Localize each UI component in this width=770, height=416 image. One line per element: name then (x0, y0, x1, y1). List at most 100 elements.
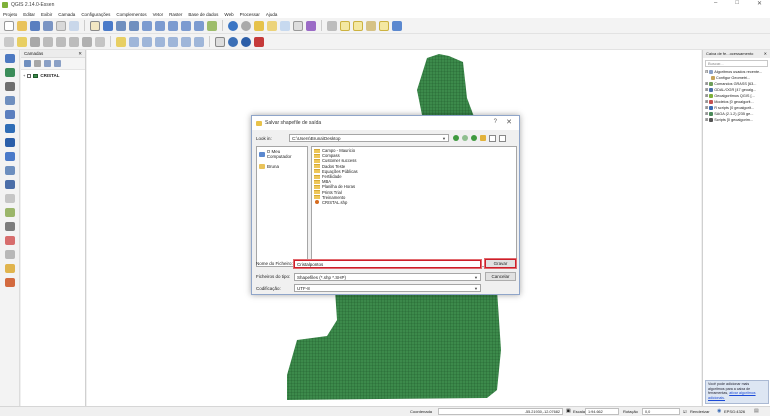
label-change-icon[interactable] (181, 36, 191, 47)
toolbox-close-icon[interactable]: ✕ (764, 51, 767, 57)
zoom-last-icon[interactable] (181, 20, 191, 31)
toggle-editing-pencil-icon[interactable] (17, 36, 27, 47)
menu-processar[interactable]: Processar (240, 12, 260, 17)
select-features-icon[interactable] (254, 20, 264, 31)
menu-vetor[interactable]: Vetor (153, 12, 164, 17)
add-mssql-icon[interactable] (4, 110, 15, 119)
select-by-expression-icon[interactable] (267, 20, 277, 31)
open-project-icon[interactable] (17, 20, 27, 31)
toolbox-search-input[interactable]: Buscar... (705, 60, 768, 67)
add-postgis-icon[interactable] (4, 82, 15, 91)
zoom-selection-icon[interactable] (155, 20, 165, 31)
new-project-icon[interactable] (4, 20, 14, 31)
layer-item[interactable]: + CRISTAL (21, 70, 85, 81)
add-raster-icon[interactable] (4, 68, 15, 77)
map-tips-icon[interactable] (340, 20, 350, 31)
refresh-icon[interactable] (207, 20, 217, 31)
cancel-button[interactable]: Cancelar (485, 272, 516, 281)
expand-all-icon[interactable] (54, 60, 61, 67)
python-icon[interactable] (228, 36, 238, 47)
label-tool-icon[interactable] (116, 36, 126, 47)
save-button[interactable]: Gravar (484, 258, 517, 269)
add-oracle-icon[interactable] (4, 124, 15, 133)
detail-view-icon[interactable] (499, 134, 506, 142)
menu-ajuda[interactable]: Ajuda (266, 12, 278, 17)
save-as-icon[interactable] (43, 20, 53, 31)
action-gear-icon[interactable] (241, 20, 251, 31)
menu-base-de-dados[interactable]: Base de dados (188, 12, 218, 17)
minimize-button[interactable]: – (714, 0, 717, 7)
render-checkbox[interactable]: ☑ (683, 409, 687, 414)
georeferencer-icon[interactable] (4, 264, 15, 273)
coordinate-field[interactable]: -55.21930,-12.07682 (438, 408, 563, 415)
maximize-button[interactable]: □ (735, 0, 739, 7)
filetype-select[interactable]: Shapefiles (*.shp *.SHP) ▼ (294, 272, 481, 281)
print-composer-icon[interactable] (56, 20, 66, 31)
attribute-table-icon[interactable] (293, 20, 303, 31)
composer-manager-icon[interactable] (69, 20, 79, 31)
show-bookmarks-icon[interactable] (366, 20, 376, 31)
zoom-out-icon[interactable] (129, 20, 139, 31)
menu-exibir[interactable]: Exibir (41, 12, 52, 17)
dialog-close-icon[interactable]: ✕ (506, 118, 512, 126)
zoom-full-icon[interactable] (142, 20, 152, 31)
menu-camada[interactable]: Camada (58, 12, 75, 17)
menu-raster[interactable]: Raster (169, 12, 182, 17)
label-show-icon[interactable] (142, 36, 152, 47)
label-pin-icon[interactable] (129, 36, 139, 47)
deselect-icon[interactable] (280, 20, 290, 31)
sidebar-item-user[interactable]: Bruna (259, 164, 305, 169)
filename-input[interactable]: Cristalpontos (293, 258, 482, 269)
add-spatialite-icon[interactable] (4, 96, 15, 105)
field-calculator-icon[interactable] (306, 20, 316, 31)
add-feature-icon[interactable] (43, 36, 53, 47)
label-rotate-icon[interactable] (168, 36, 178, 47)
zoom-in-icon[interactable] (116, 20, 126, 31)
messages-icon[interactable]: ▤ (754, 408, 759, 414)
scale-lock-icon[interactable]: ▣ (566, 408, 571, 414)
menu-complementos[interactable]: Complementos (116, 12, 146, 17)
expand-icon[interactable]: + (23, 73, 25, 78)
menu-configuracoes[interactable]: Configurações (81, 12, 110, 17)
menu-web[interactable]: Web (224, 12, 233, 17)
add-delimited-text-icon[interactable] (4, 250, 15, 259)
virtual-layer-icon[interactable] (4, 236, 15, 245)
identify-icon[interactable] (228, 20, 238, 31)
menu-editar[interactable]: Editar (23, 12, 35, 17)
measure-line-icon[interactable] (327, 20, 337, 31)
add-wcs-icon[interactable] (4, 152, 15, 161)
text-annotation-icon[interactable] (379, 20, 389, 31)
filter-icon[interactable] (44, 60, 51, 67)
save-edits-icon[interactable] (30, 36, 40, 47)
current-edits-icon[interactable] (4, 36, 14, 47)
back-arrow-icon[interactable] (453, 135, 459, 141)
scale-field[interactable]: 1:94.662 (585, 408, 619, 415)
dialog-help-icon[interactable]: ? (494, 119, 497, 125)
style-icon[interactable] (24, 60, 31, 67)
add-vector-icon[interactable] (4, 54, 15, 63)
zoom-layer-icon[interactable] (168, 20, 178, 31)
new-spatialite-icon[interactable] (4, 208, 15, 217)
crs-label[interactable]: EPSG:4326 (724, 409, 745, 414)
add-delimited-icon[interactable] (4, 180, 15, 189)
layer-visibility-checkbox[interactable] (27, 73, 32, 78)
add-group-icon[interactable] (34, 60, 41, 67)
close-window-button[interactable]: ✕ (757, 0, 762, 7)
pan-hand-icon[interactable] (90, 20, 100, 31)
forward-arrow-icon[interactable] (462, 135, 468, 141)
help-icon[interactable] (392, 20, 402, 31)
lookin-combo[interactable]: C:\Users\Bruna\Desktop ▼ (289, 134, 449, 142)
panel-close-icon[interactable]: ✕ (78, 51, 82, 56)
rotation-field[interactable]: 0,0 (642, 408, 680, 415)
zoom-next-icon[interactable] (194, 20, 204, 31)
menu-projeto[interactable]: Projeto (3, 12, 17, 17)
sidebar-item-computer[interactable]: O Meu Computador (259, 149, 305, 159)
label-diagram-icon[interactable] (194, 36, 204, 47)
list-view-icon[interactable] (489, 134, 496, 142)
move-feature-icon[interactable] (56, 36, 66, 47)
node-tool-icon[interactable] (69, 36, 79, 47)
delete-selected-icon[interactable] (82, 36, 92, 47)
plugin-icon[interactable] (254, 36, 264, 47)
tree-item[interactable]: ⊞ Scripts [0 geoalgorim... (705, 117, 770, 123)
new-folder-icon[interactable] (480, 135, 486, 141)
